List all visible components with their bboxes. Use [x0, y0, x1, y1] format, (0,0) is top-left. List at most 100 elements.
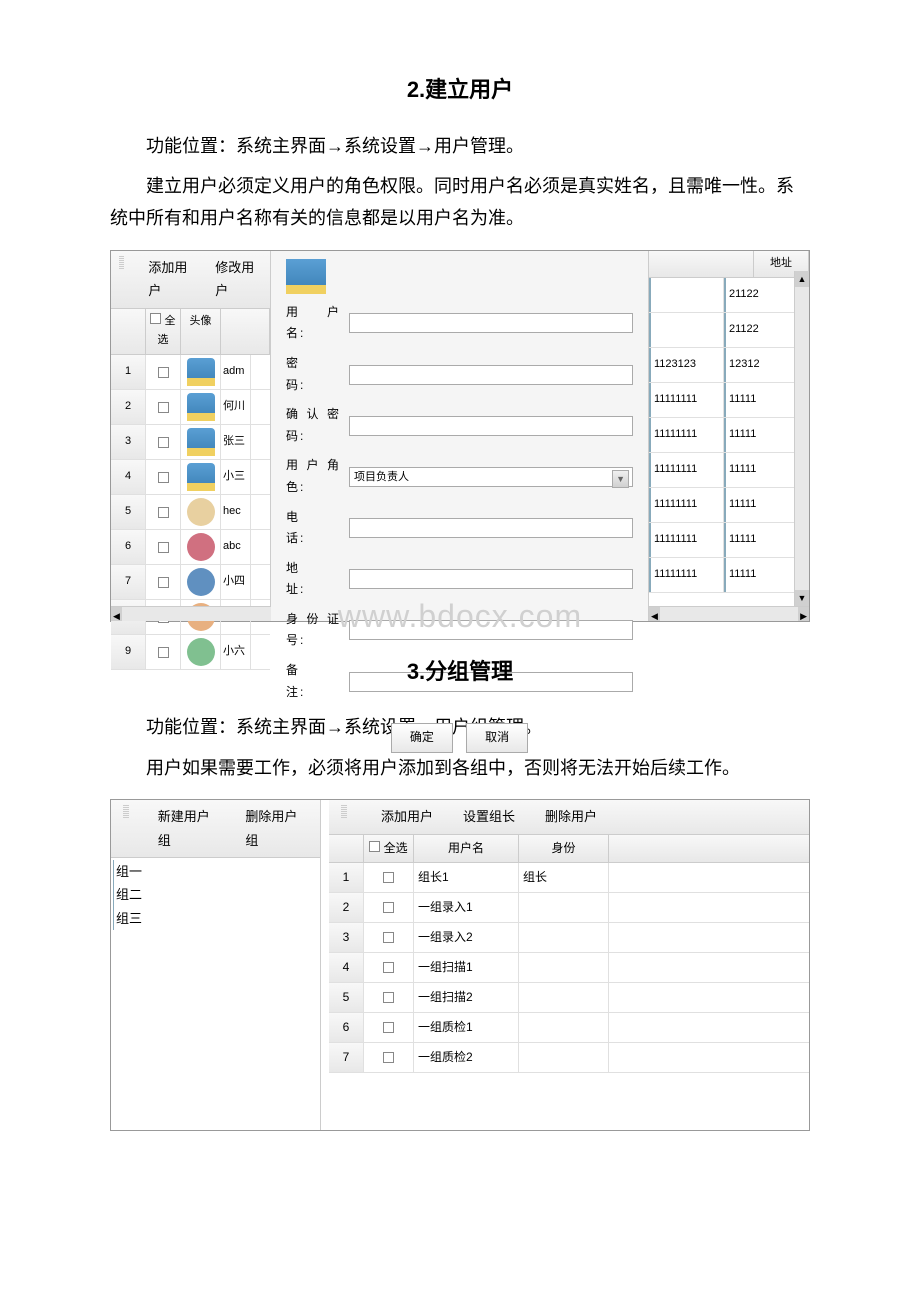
- address-input[interactable]: [349, 569, 633, 589]
- table-row[interactable]: 2 一组录入1: [329, 893, 809, 923]
- vertical-scrollbar[interactable]: [794, 271, 809, 606]
- table-row: 11111111 11111: [649, 488, 809, 523]
- grip-icon: [123, 805, 129, 819]
- grip-icon: [119, 256, 124, 270]
- row-checkbox[interactable]: [158, 577, 169, 588]
- group-list-item[interactable]: 组二: [113, 883, 318, 906]
- username-cell: 小三: [221, 460, 251, 494]
- select-all-checkbox[interactable]: [150, 313, 161, 324]
- table-row: 11111111 11111: [649, 418, 809, 453]
- delete-group-button[interactable]: 删除用户组: [245, 805, 308, 852]
- address-label: 地 址:: [286, 558, 341, 601]
- row-checkbox[interactable]: [383, 872, 394, 883]
- col1-cell: 11111111: [649, 383, 724, 417]
- table-row[interactable]: 6 一组质检1: [329, 1013, 809, 1043]
- col1-cell: 11111111: [649, 523, 724, 557]
- col1-cell: 11111111: [649, 418, 724, 452]
- group-list-item[interactable]: 组一: [113, 860, 318, 883]
- table-row[interactable]: 5 一组扫描2: [329, 983, 809, 1013]
- user-list-right-panel: 地址 21122 21122 1123123 12312 11111111 11…: [649, 251, 809, 621]
- username-cell: hec: [221, 495, 251, 529]
- table-row[interactable]: 1 adm: [111, 355, 270, 390]
- username-label: 用 户 名:: [286, 302, 341, 345]
- section-3-title: 3.分组管理: [0, 652, 920, 692]
- row-number: 2: [111, 390, 146, 424]
- table-row[interactable]: 6 abc: [111, 530, 270, 565]
- row-number: 7: [329, 1043, 364, 1072]
- address-cell: 11111: [724, 453, 779, 487]
- row-checkbox[interactable]: [383, 992, 394, 1003]
- section-3-para-2: 用户如果需要工作，必须将用户添加到各组中，否则将无法开始后续工作。: [0, 752, 920, 784]
- col1-cell: [649, 313, 724, 347]
- row-checkbox[interactable]: [383, 1022, 394, 1033]
- row-number: 6: [111, 530, 146, 564]
- row-checkbox[interactable]: [383, 962, 394, 973]
- phone-label: 电 话:: [286, 507, 341, 550]
- table-row[interactable]: 7 一组质检2: [329, 1043, 809, 1073]
- table-row[interactable]: 4 一组扫描1: [329, 953, 809, 983]
- row-checkbox[interactable]: [158, 472, 169, 483]
- row-checkbox[interactable]: [158, 402, 169, 413]
- table-row[interactable]: 5 hec: [111, 495, 270, 530]
- section-2-para-2: 建立用户必须定义用户的角色权限。同时用户名必须是真实姓名，且需唯一性。系统中所有…: [0, 170, 920, 235]
- add-user-button[interactable]: 添加用户: [148, 256, 195, 303]
- idcard-input[interactable]: [349, 620, 633, 640]
- table-row[interactable]: 4 小三: [111, 460, 270, 495]
- phone-input[interactable]: [349, 518, 633, 538]
- row-checkbox[interactable]: [158, 437, 169, 448]
- confirm-password-label: 确认密码:: [286, 404, 341, 447]
- delete-member-button[interactable]: 删除用户: [545, 805, 597, 828]
- row-number: 5: [329, 983, 364, 1012]
- add-member-button[interactable]: 添加用户: [381, 805, 433, 828]
- member-role-cell: [519, 983, 609, 1012]
- row-number: 1: [329, 863, 364, 892]
- member-name-cell: 一组质检2: [414, 1043, 519, 1072]
- member-role-cell: 组长: [519, 863, 609, 892]
- set-leader-button[interactable]: 设置组长: [463, 805, 515, 828]
- new-group-button[interactable]: 新建用户组: [158, 805, 221, 852]
- cancel-button[interactable]: 取消: [466, 723, 528, 753]
- row-checkbox[interactable]: [158, 507, 169, 518]
- row-number: 5: [111, 495, 146, 529]
- username-header: 用户名: [414, 835, 519, 863]
- avatar-icon: [187, 463, 215, 491]
- table-row: 11111111 11111: [649, 453, 809, 488]
- idcard-label: 身份证号:: [286, 609, 341, 652]
- row-checkbox[interactable]: [383, 1052, 394, 1063]
- row-number: 3: [329, 923, 364, 952]
- address-cell: 12312: [724, 348, 779, 382]
- horizontal-scrollbar-right[interactable]: [649, 606, 809, 621]
- row-checkbox[interactable]: [383, 902, 394, 913]
- table-row[interactable]: 2 何川: [111, 390, 270, 425]
- member-name-cell: 一组质检1: [414, 1013, 519, 1042]
- confirm-password-input[interactable]: [349, 416, 633, 436]
- role-select[interactable]: 项目负责人: [349, 467, 633, 487]
- role-label: 用户角色:: [286, 455, 341, 498]
- member-role-cell: [519, 1043, 609, 1072]
- table-row[interactable]: 7 小四: [111, 565, 270, 600]
- row-checkbox[interactable]: [158, 542, 169, 553]
- username-cell: 何川: [221, 390, 251, 424]
- member-name-cell: 一组扫描1: [414, 953, 519, 982]
- member-name-cell: 一组录入1: [414, 893, 519, 922]
- col1-cell: 11111111: [649, 488, 724, 522]
- avatar-icon: [187, 533, 215, 561]
- password-input[interactable]: [349, 365, 633, 385]
- row-checkbox[interactable]: [158, 367, 169, 378]
- table-row[interactable]: 1 组长1 组长: [329, 863, 809, 893]
- row-checkbox[interactable]: [383, 932, 394, 943]
- table-row: 11111111 11111: [649, 523, 809, 558]
- table-row: 21122: [649, 313, 809, 348]
- member-role-cell: [519, 1013, 609, 1042]
- username-input[interactable]: [349, 313, 633, 333]
- edit-user-button[interactable]: 修改用户: [215, 256, 262, 303]
- avatar-icon: [187, 568, 215, 596]
- table-row[interactable]: 3 一组录入2: [329, 923, 809, 953]
- username-cell: abc: [221, 530, 251, 564]
- table-row[interactable]: 3 张三: [111, 425, 270, 460]
- row-number: 6: [329, 1013, 364, 1042]
- group-management-screenshot: 新建用户组 删除用户组 组一组二组三 添加用户 设置组长 删除用户 全选 用户名…: [110, 799, 810, 1131]
- group-list-item[interactable]: 组三: [113, 907, 318, 930]
- select-all-members-checkbox[interactable]: [369, 841, 380, 852]
- ok-button[interactable]: 确定: [391, 723, 453, 753]
